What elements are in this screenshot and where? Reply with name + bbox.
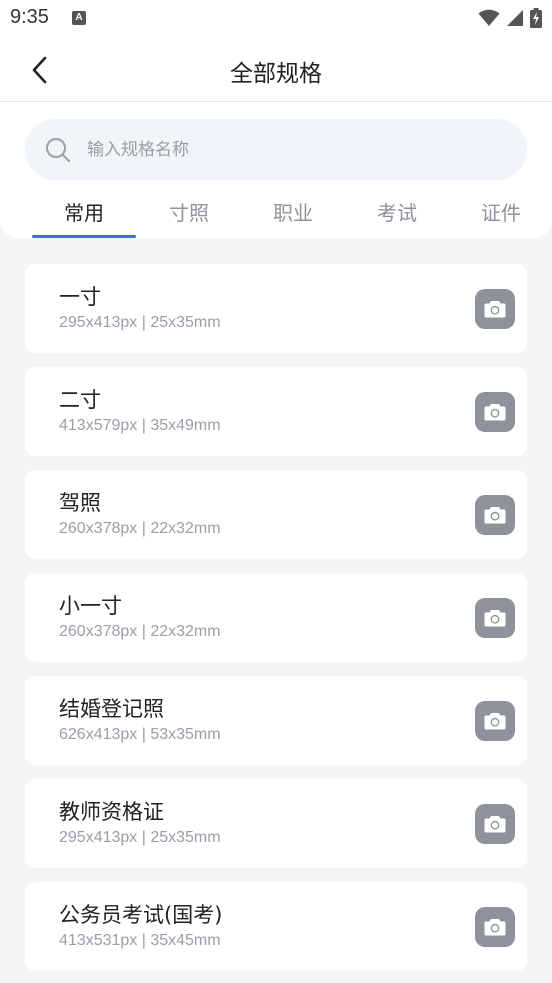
camera-icon bbox=[484, 713, 506, 730]
status-time: 9:35 bbox=[10, 6, 49, 28]
spec-size: 295x413px | 25x35mm bbox=[59, 314, 221, 331]
signal-icon bbox=[507, 10, 523, 26]
spec-name: 小一寸 bbox=[59, 594, 122, 618]
active-tab-indicator bbox=[32, 235, 136, 238]
spec-size: 413x531px | 35x45mm bbox=[59, 932, 221, 949]
camera-button[interactable] bbox=[475, 907, 515, 947]
spec-name: 驾照 bbox=[59, 491, 101, 515]
camera-icon bbox=[484, 816, 506, 833]
notification-a-icon: A bbox=[72, 11, 86, 25]
camera-icon bbox=[484, 610, 506, 627]
list-item[interactable]: 一寸 295x413px | 25x35mm bbox=[25, 264, 527, 353]
spec-size: 626x413px | 53x35mm bbox=[59, 726, 221, 743]
list-item[interactable]: 二寸 413x579px | 35x49mm bbox=[25, 367, 527, 456]
page-title: 全部规格 bbox=[230, 61, 322, 87]
camera-icon bbox=[484, 404, 506, 421]
spec-name: 公务员考试(国考) bbox=[59, 903, 223, 927]
list-item[interactable]: 教师资格证 295x413px | 25x35mm bbox=[25, 779, 527, 868]
search-input[interactable] bbox=[85, 138, 489, 161]
camera-button[interactable] bbox=[475, 598, 515, 638]
search-tab-panel: 常用 寸照 职业 考试 证件 bbox=[0, 102, 552, 238]
spec-size: 260x378px | 22x32mm bbox=[59, 623, 221, 640]
spec-name: 二寸 bbox=[59, 388, 101, 412]
tab-common[interactable]: 常用 bbox=[32, 197, 136, 226]
tab-occupation[interactable]: 职业 bbox=[241, 197, 345, 226]
list-item[interactable]: 驾照 260x378px | 22x32mm bbox=[25, 470, 527, 559]
spec-size: 413x579px | 35x49mm bbox=[59, 417, 221, 434]
spec-name: 一寸 bbox=[59, 285, 101, 309]
search-icon bbox=[45, 137, 71, 163]
app-header: 全部规格 bbox=[0, 38, 552, 102]
wifi-icon bbox=[478, 9, 500, 26]
status-icons bbox=[478, 8, 542, 28]
spec-name: 结婚登记照 bbox=[59, 697, 164, 721]
spec-size: 260x378px | 22x32mm bbox=[59, 520, 221, 537]
spec-name: 教师资格证 bbox=[59, 800, 164, 824]
list-item[interactable]: 公务员考试(国考) 413x531px | 35x45mm bbox=[25, 882, 527, 971]
spec-size: 295x413px | 25x35mm bbox=[59, 829, 221, 846]
camera-icon bbox=[484, 507, 506, 524]
battery-charging-icon bbox=[530, 8, 542, 28]
tab-certificate[interactable]: 证件 bbox=[449, 197, 552, 226]
camera-button[interactable] bbox=[475, 701, 515, 741]
camera-icon bbox=[484, 919, 506, 936]
tab-inch-photo[interactable]: 寸照 bbox=[137, 197, 241, 226]
list-item[interactable]: 结婚登记照 626x413px | 53x35mm bbox=[25, 676, 527, 765]
tab-exam[interactable]: 考试 bbox=[345, 197, 449, 226]
camera-button[interactable] bbox=[475, 495, 515, 535]
category-tabs: 常用 寸照 职业 考试 证件 bbox=[0, 197, 552, 238]
camera-button[interactable] bbox=[475, 289, 515, 329]
camera-icon bbox=[484, 301, 506, 318]
camera-button[interactable] bbox=[475, 804, 515, 844]
list-item[interactable]: 小一寸 260x378px | 22x32mm bbox=[25, 573, 527, 662]
search-bar[interactable] bbox=[25, 119, 527, 180]
camera-button[interactable] bbox=[475, 392, 515, 432]
status-bar: 9:35 A bbox=[0, 0, 552, 38]
